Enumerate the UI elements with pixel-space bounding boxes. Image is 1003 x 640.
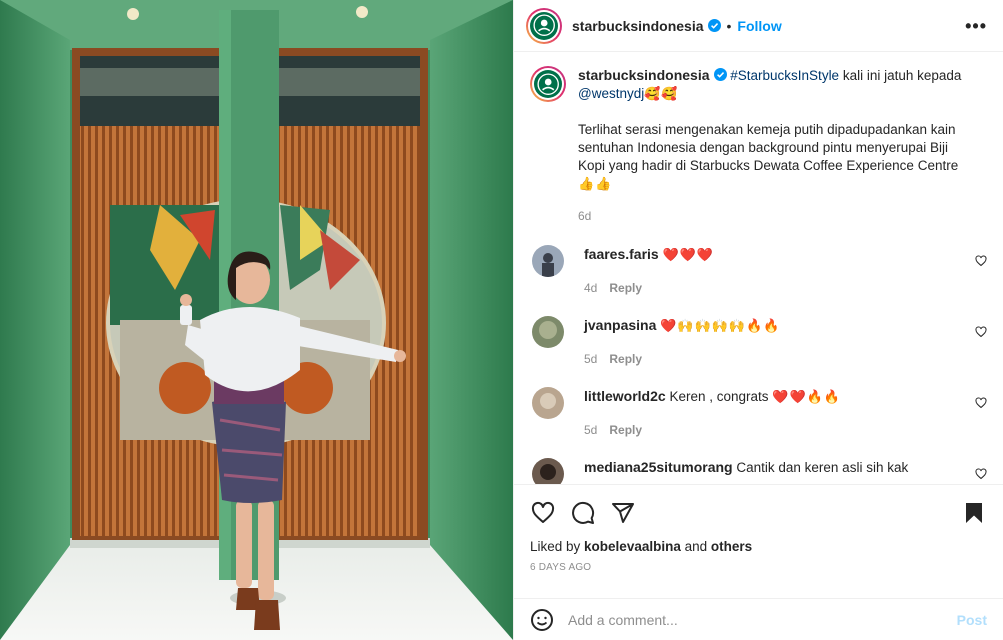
comment-time[interactable]: 4d [584, 281, 597, 295]
post-image [0, 0, 513, 640]
liked-by-others[interactable]: others [711, 539, 752, 554]
caption-mention[interactable]: @westnydj [578, 86, 644, 101]
caption-avatar[interactable] [530, 66, 566, 102]
reply-button[interactable]: Reply [609, 423, 642, 437]
starbucks-logo-icon [530, 11, 558, 40]
like-comment-heart-icon[interactable] [975, 326, 987, 338]
post-header: starbucksindonesia • Follow ••• [514, 0, 1003, 52]
caption-hashtag[interactable]: #StarbucksInStyle [730, 68, 839, 83]
comment-item: faares.faris ❤️❤️❤️ 4d Reply [530, 245, 987, 297]
commenter-avatar[interactable] [532, 245, 564, 277]
verified-icon [713, 68, 727, 81]
comment-username[interactable]: littleworld2c [584, 388, 666, 404]
liked-by-user[interactable]: kobelevaalbina [584, 539, 681, 554]
heart-icon[interactable] [530, 500, 556, 526]
comment-username[interactable]: faares.faris [584, 246, 659, 262]
commenter-avatar[interactable] [532, 458, 564, 484]
caption: starbucksindonesia #StarbucksInStyle kal… [530, 52, 987, 225]
comment-emoji: ❤️❤️❤️ [662, 247, 715, 262]
more-icon[interactable]: ••• [965, 17, 987, 35]
comment-username[interactable]: mediana25situmorang [584, 459, 733, 475]
caption-text-2: Terlihat serasi mengenakan kemeja putih … [578, 122, 959, 173]
author-avatar[interactable] [526, 7, 562, 44]
comment-time[interactable]: 5d [584, 423, 597, 437]
comment-emoji: ❤️❤️🔥🔥 [772, 389, 842, 404]
caption-body: starbucksindonesia #StarbucksInStyle kal… [578, 66, 987, 225]
post-panel: starbucksindonesia • Follow ••• starbuck… [513, 0, 1003, 640]
liked-by-and: and [680, 539, 711, 554]
caption-emoji-1: 🥰🥰 [644, 86, 679, 101]
liked-by-prefix: Liked by [530, 539, 585, 554]
comment-time[interactable]: 5d [584, 352, 597, 366]
add-comment-input[interactable] [568, 611, 957, 628]
starbucks-logo-icon [534, 70, 562, 98]
verified-icon [707, 19, 721, 32]
caption-time[interactable]: 6d [578, 209, 591, 223]
like-comment-heart-icon[interactable] [975, 255, 987, 267]
separator-dot: • [726, 17, 732, 34]
comment-item: littleworld2c Keren , congrats ❤️❤️🔥🔥 5d… [530, 387, 987, 439]
comments-list[interactable]: starbucksindonesia #StarbucksInStyle kal… [514, 52, 1003, 484]
caption-username[interactable]: starbucksindonesia [578, 67, 710, 83]
add-comment-bar: Post [514, 598, 1003, 640]
comment-text: Cantik dan keren asli sih kak [736, 460, 909, 475]
author-username[interactable]: starbucksindonesia [572, 18, 704, 34]
reply-button[interactable]: Reply [609, 352, 642, 366]
post-timestamp[interactable]: 6 DAYS AGO [530, 562, 987, 573]
bookmark-icon[interactable] [961, 500, 987, 526]
caption-text-1: kali ini jatuh kepada [839, 68, 962, 83]
like-comment-heart-icon[interactable] [975, 468, 987, 480]
commenter-avatar[interactable] [532, 387, 564, 419]
like-comment-heart-icon[interactable] [975, 397, 987, 409]
comment-item: jvanpasina ❤️🙌🙌🙌🙌🔥🔥 5d Reply [530, 316, 987, 368]
post-actions: Liked by kobelevaalbina and others 6 DAY… [514, 484, 1003, 640]
comment-text: Keren , congrats [669, 389, 773, 404]
comment-icon[interactable] [570, 500, 596, 526]
follow-button[interactable]: Follow [737, 18, 781, 34]
share-icon[interactable] [610, 500, 636, 526]
comment-username[interactable]: jvanpasina [584, 317, 656, 333]
likes-summary: Liked by kobelevaalbina and others [530, 539, 987, 554]
reply-button[interactable]: Reply [609, 281, 642, 295]
caption-emoji-2: 👍👍 [578, 176, 613, 191]
emoji-icon[interactable] [530, 608, 554, 632]
action-icons [530, 485, 987, 539]
comment-item: mediana25situmorang Cantik dan keren asl… [530, 458, 987, 484]
post-photo[interactable] [0, 0, 513, 640]
commenter-avatar[interactable] [532, 316, 564, 348]
comment-emoji: ❤️🙌🙌🙌🙌🔥🔥 [660, 318, 781, 333]
post-comment-button[interactable]: Post [957, 612, 987, 628]
